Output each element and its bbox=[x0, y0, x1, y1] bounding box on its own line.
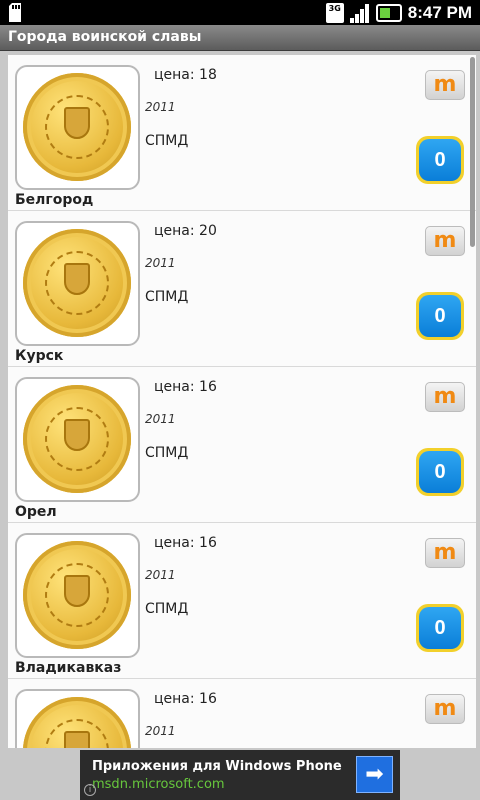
count-value: 0 bbox=[419, 607, 461, 649]
price-label: цена: 16 bbox=[154, 535, 217, 551]
coin-image[interactable] bbox=[15, 533, 140, 658]
list-item[interactable]: Владикавказ цена: 16 2011 СПМД m 0 bbox=[8, 523, 476, 679]
ad-banner[interactable]: Приложения для Windows Phone msdn.micros… bbox=[80, 750, 400, 800]
ad-title[interactable]: Приложения для Windows Phone bbox=[92, 759, 342, 774]
ad-url[interactable]: msdn.microsoft.com bbox=[92, 777, 225, 792]
network-type-icon: 3G bbox=[325, 2, 344, 23]
price-label: цена: 16 bbox=[154, 379, 217, 395]
signal-icon bbox=[349, 3, 370, 23]
mint-label: СПМД bbox=[145, 133, 189, 149]
coin-image[interactable] bbox=[15, 221, 140, 346]
market-icon: m bbox=[433, 384, 457, 409]
mint-label: СПМД bbox=[145, 445, 189, 461]
count-button[interactable]: 0 bbox=[416, 292, 464, 340]
market-button[interactable]: m bbox=[425, 538, 465, 568]
count-button[interactable]: 0 bbox=[416, 136, 464, 184]
list-item[interactable]: Белгород цена: 18 2011 СПМД m 0 bbox=[8, 55, 476, 211]
market-button[interactable]: m bbox=[425, 382, 465, 412]
ad-info-icon[interactable]: i bbox=[84, 784, 96, 796]
city-name: Владикавказ bbox=[15, 660, 122, 676]
ad-arrow-icon[interactable]: ➡ bbox=[356, 756, 393, 793]
battery-icon bbox=[375, 3, 402, 22]
coin-icon bbox=[23, 229, 131, 337]
market-button[interactable]: m bbox=[425, 694, 465, 724]
year-label: 2011 bbox=[145, 568, 176, 582]
coin-icon bbox=[23, 385, 131, 493]
year-label: 2011 bbox=[145, 256, 176, 270]
year-label: 2011 bbox=[145, 412, 176, 426]
coin-list[interactable]: Белгород цена: 18 2011 СПМД m 0 Курск це… bbox=[8, 55, 476, 748]
market-button[interactable]: m bbox=[425, 70, 465, 100]
coin-image[interactable] bbox=[15, 377, 140, 502]
list-item[interactable]: цена: 16 2011 m bbox=[8, 679, 476, 748]
mint-label: СПМД bbox=[145, 601, 189, 617]
list-item[interactable]: Курск цена: 20 2011 СПМД m 0 bbox=[8, 211, 476, 367]
price-label: цена: 18 bbox=[154, 67, 217, 83]
market-button[interactable]: m bbox=[425, 226, 465, 256]
market-icon: m bbox=[433, 228, 457, 253]
city-name: Курск bbox=[15, 348, 64, 364]
scrollbar[interactable] bbox=[470, 55, 475, 748]
market-icon: m bbox=[433, 72, 457, 97]
year-label: 2011 bbox=[145, 100, 176, 114]
coin-icon bbox=[23, 697, 131, 748]
market-icon: m bbox=[433, 696, 457, 721]
clock: 8:47 PM bbox=[407, 2, 472, 22]
count-value: 0 bbox=[419, 451, 461, 493]
year-label: 2011 bbox=[145, 724, 176, 738]
app-title: Города воинской славы bbox=[0, 25, 480, 51]
coin-icon bbox=[23, 541, 131, 649]
market-icon: m bbox=[433, 540, 457, 565]
list-item[interactable]: Орел цена: 16 2011 СПМД m 0 bbox=[8, 367, 476, 523]
coin-image[interactable] bbox=[15, 65, 140, 190]
coin-image[interactable] bbox=[15, 689, 140, 748]
count-value: 0 bbox=[419, 295, 461, 337]
mint-label: СПМД bbox=[145, 289, 189, 305]
price-label: цена: 16 bbox=[154, 691, 217, 707]
count-button[interactable]: 0 bbox=[416, 604, 464, 652]
scrollbar-thumb[interactable] bbox=[470, 57, 475, 247]
count-value: 0 bbox=[419, 139, 461, 181]
city-name: Белгород bbox=[15, 192, 94, 208]
status-bar: 3G 8:47 PM bbox=[0, 0, 480, 25]
sd-card-icon bbox=[8, 3, 22, 22]
coin-icon bbox=[23, 73, 131, 181]
city-name: Орел bbox=[15, 504, 57, 520]
count-button[interactable]: 0 bbox=[416, 448, 464, 496]
price-label: цена: 20 bbox=[154, 223, 217, 239]
